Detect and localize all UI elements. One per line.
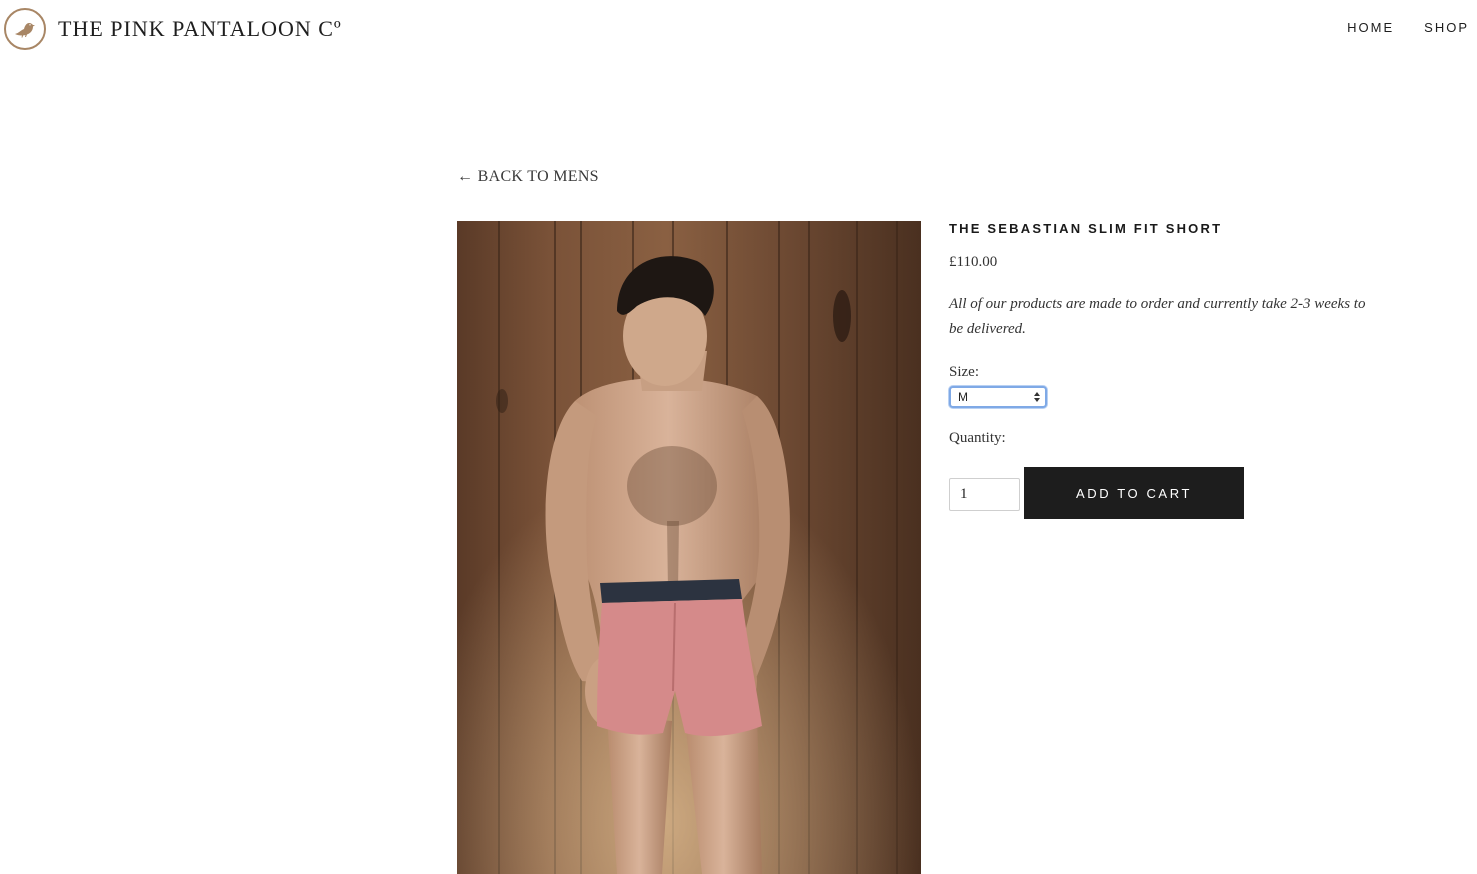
product-image[interactable] bbox=[457, 221, 921, 874]
add-to-cart-button[interactable]: ADD TO CART bbox=[1024, 467, 1244, 519]
size-select[interactable]: M bbox=[949, 386, 1047, 408]
product-note: All of our products are made to order an… bbox=[949, 296, 1366, 337]
back-link-label: BACK TO MENS bbox=[477, 168, 599, 185]
quantity-label: Quantity: bbox=[949, 430, 1006, 446]
nav-shop[interactable]: SHOP bbox=[1424, 20, 1469, 35]
site-header: THE PINK PANTALOON Cº HOME SHOP bbox=[0, 0, 1477, 58]
arrow-left-icon: ← bbox=[457, 168, 474, 185]
brand-name[interactable]: THE PINK PANTALOON Cº bbox=[58, 16, 342, 42]
select-arrows-icon bbox=[1034, 392, 1040, 402]
main-nav: HOME SHOP bbox=[1347, 20, 1469, 35]
size-selected-value: M bbox=[958, 390, 968, 404]
size-label: Size: bbox=[949, 364, 979, 380]
nav-home[interactable]: HOME bbox=[1347, 20, 1394, 35]
product-photo bbox=[457, 221, 921, 874]
product-price: £110.00 bbox=[949, 254, 998, 270]
product-title: THE SEBASTIAN SLIM FIT SHORT bbox=[949, 221, 1223, 236]
back-to-mens-link[interactable]: ← BACK TO MENS bbox=[457, 168, 599, 186]
logo[interactable] bbox=[4, 8, 46, 50]
bird-icon bbox=[15, 23, 35, 38]
product-details: THE SEBASTIAN SLIM FIT SHORT £110.00 All… bbox=[949, 220, 1389, 519]
quantity-input[interactable] bbox=[949, 477, 1020, 511]
